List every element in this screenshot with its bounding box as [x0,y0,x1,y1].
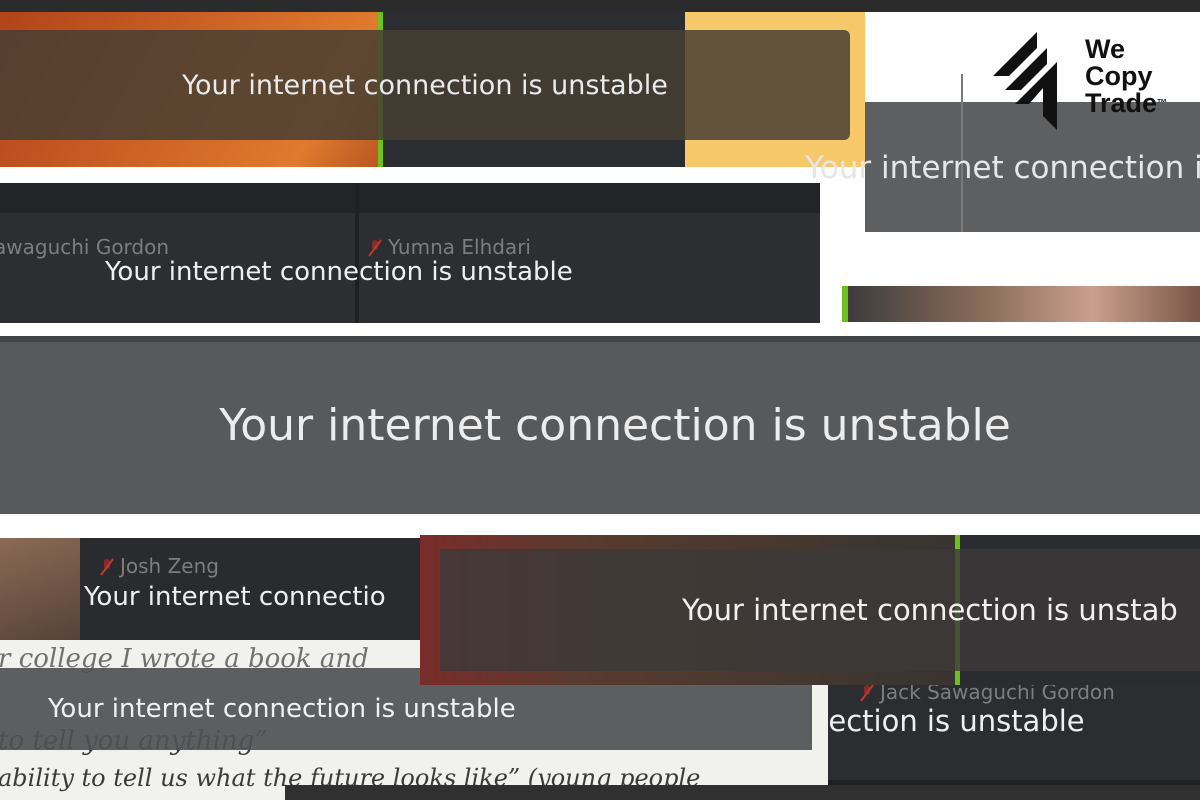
logo-line-2: Copy [1085,61,1153,91]
logo-tm: ™ [1157,98,1168,109]
unstable-banner-3: Your internet connection is unstable [0,249,820,295]
video-tile-4 [842,286,1200,322]
video-tile-8: Your internet connection is unstab [420,535,1200,685]
video-tile-3: awaguchi Gordon Yumna Elhdari Your inter… [0,183,820,323]
unstable-message-cut-right: Your internet connection is unstable [805,150,1200,186]
active-speaker-indicator-2 [842,286,848,322]
logo-text: We Copy Trade™ [1085,36,1167,117]
brand-logo: We Copy Trade™ [985,28,1195,133]
unstable-message-cut-3: Your internet connection is unstab [682,593,1178,627]
unstable-message: Your internet connection is unstable [105,257,573,287]
unstable-message: Your internet connection is unstable [48,694,516,724]
unstable-message: Your internet connection is unstable [182,69,668,101]
video-tile-1: Your internet connection is unstable [0,12,865,167]
logo-line-3: Trade™ [1085,90,1167,117]
unstable-message-cut-4: nection is unstable [828,704,1085,738]
unstable-message-cut-1: Your internet connectio [84,582,386,612]
unstable-banner-7: nection is unstable [828,698,1085,744]
logo-line-1: We [1085,34,1126,64]
unstable-banner-5: Your internet connectio [84,572,430,622]
unstable-message-main: Your internet connection is unstable [219,399,1011,451]
bottom-strip [285,785,1200,800]
tile-3-header [0,183,820,213]
unstable-banner-1: Your internet connection is unstable [0,30,850,140]
main-unstable-banner: Your internet connection is unstable [0,336,1200,514]
unstable-banner-8: Your internet connection is unstab [440,549,1200,671]
top-strip [0,0,1200,12]
logo-icon [993,32,1057,130]
logo-line-3-text: Trade [1085,88,1158,118]
video-tile-7: Jack Sawaguchi Gordon nection is unstabl… [828,670,1200,800]
main-banner-text-wrap: Your internet connection is unstable [0,336,1200,514]
